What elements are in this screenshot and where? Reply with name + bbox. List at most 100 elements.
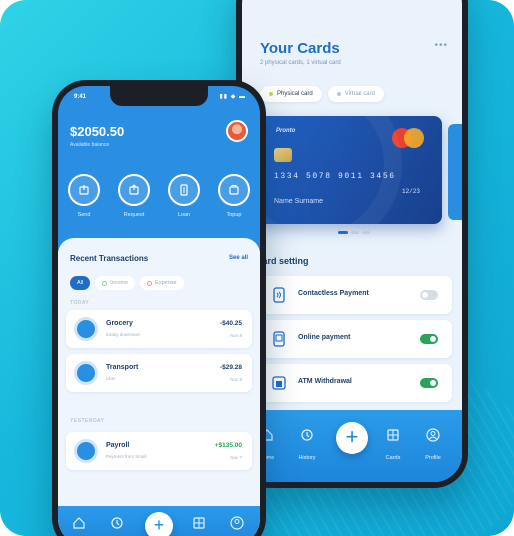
status-time: 9:41: [74, 94, 87, 100]
contactless-icon: [273, 287, 285, 303]
send-button[interactable]: Send: [66, 174, 102, 218]
card-brand-logo: Pronto: [276, 128, 296, 134]
nav-profile[interactable]: [222, 516, 252, 534]
transaction-desc: Eataly downtown: [106, 332, 141, 337]
card-expiry: 12/23: [401, 188, 420, 195]
profile-icon: [426, 428, 440, 442]
pager-dot[interactable]: [362, 231, 370, 234]
nav-history[interactable]: [102, 516, 132, 534]
send-circle: [68, 174, 100, 206]
see-all-link[interactable]: See all: [229, 255, 248, 261]
tab-label: Virtual card: [344, 91, 375, 97]
payroll-icon: [74, 439, 98, 463]
cards-icon: [193, 517, 205, 529]
transaction-date: Nov 8: [230, 377, 242, 382]
transaction-row[interactable]: Grocery Eataly downtown -$40.25 Nov 8: [66, 310, 252, 348]
transaction-row[interactable]: Transport Uber -$29.28 Nov 8: [66, 354, 252, 392]
history-icon: [111, 517, 123, 529]
setting-row-atm: ATM Withdrawal: [256, 364, 452, 402]
nav-label: History: [298, 455, 316, 461]
grocery-icon: [74, 317, 98, 341]
nav-history[interactable]: History: [292, 428, 322, 464]
transaction-date: Nov 7: [230, 455, 242, 460]
transaction-row[interactable]: Payroll Payment from Small +$135.00 Nov …: [66, 432, 252, 470]
phone-cards: Your Cards 2 physical cards, 1 virtual c…: [236, 0, 468, 488]
card-number: 1334 5078 9011 3456: [274, 172, 396, 181]
transport-icon: [74, 361, 98, 385]
nav-cards[interactable]: [184, 516, 214, 534]
pager-dot-active[interactable]: [338, 231, 348, 234]
nav-label: Profile: [425, 455, 441, 461]
promo-background: Your Cards 2 physical cards, 1 virtual c…: [0, 0, 514, 536]
cards-icon: [387, 429, 399, 441]
card-type-tabs: Physical card Virtual card: [260, 86, 384, 102]
transaction-amount: +$135.00: [214, 442, 242, 449]
wallet-screen: 9:41 ▮▮ ◆ ▬ $2050.50 Available balance S…: [58, 86, 260, 536]
transaction-name: Payroll: [106, 442, 130, 449]
phone-notch: [110, 86, 208, 106]
balance-label: Available balance: [70, 142, 110, 148]
mastercard-icon: [392, 128, 424, 148]
tab-label: Physical card: [277, 91, 313, 97]
pager-dot[interactable]: [351, 231, 359, 234]
transactions-panel: Recent Transactions See all All Income E…: [58, 238, 260, 536]
transaction-name: Transport: [106, 364, 139, 371]
next-card-peek[interactable]: [448, 124, 462, 220]
loan-circle: [168, 174, 200, 206]
contactless-toggle[interactable]: [420, 290, 438, 300]
request-icon: [129, 184, 139, 195]
cards-header: Your Cards 2 physical cards, 1 virtual c…: [260, 40, 448, 66]
transactions-title: Recent Transactions: [70, 254, 149, 263]
setting-row-online: Online payment: [256, 320, 452, 358]
bank-card[interactable]: Pronto 1334 5078 9011 3456 12/23 Name Su…: [256, 116, 442, 224]
active-dot-icon: [269, 92, 273, 96]
quick-actions: Send Request Loan Topup: [66, 174, 252, 218]
page-subtitle: 2 physical cards, 1 virtual card: [260, 60, 341, 66]
card-pager: [338, 231, 370, 234]
request-button[interactable]: Request: [116, 174, 152, 218]
loan-button[interactable]: Loan: [166, 174, 202, 218]
request-circle: [118, 174, 150, 206]
phone-wallet: 9:41 ▮▮ ◆ ▬ $2050.50 Available balance S…: [52, 80, 266, 536]
setting-row-contactless: Contactless Payment: [256, 276, 452, 314]
bottom-nav: Home History + Cards Profile: [242, 410, 462, 482]
nav-cards[interactable]: Cards: [378, 428, 408, 464]
filter-income[interactable]: Income: [95, 276, 136, 290]
nav-home[interactable]: [64, 516, 94, 534]
setting-label: Contactless Payment: [298, 290, 369, 297]
transaction-desc: Uber: [106, 376, 116, 381]
topup-circle: [218, 174, 250, 206]
atm-toggle[interactable]: [420, 378, 438, 388]
inactive-dot-icon: [336, 92, 341, 96]
transaction-name: Grocery: [106, 320, 133, 327]
filter-all[interactable]: All: [70, 276, 91, 290]
filter-label: Income: [110, 280, 129, 286]
tab-physical-card[interactable]: Physical card: [260, 86, 322, 102]
loan-icon: [180, 184, 188, 196]
setting-label: ATM Withdrawal: [298, 378, 352, 385]
topup-button[interactable]: Topup: [216, 174, 252, 218]
balance-amount: $2050.50: [70, 124, 125, 139]
card-chip-icon: [274, 148, 292, 162]
topup-icon: [229, 185, 239, 195]
nav-profile[interactable]: Profile: [418, 428, 448, 464]
atm-icon: [272, 376, 286, 390]
avatar[interactable]: [226, 120, 248, 142]
income-dot-icon: [102, 280, 108, 286]
tab-virtual-card[interactable]: Virtual card: [327, 86, 384, 102]
section-yesterday: YESTERDAY: [70, 418, 105, 424]
transaction-filters: All Income Expense: [70, 276, 184, 290]
history-icon: [301, 429, 313, 441]
filter-label: All: [77, 280, 84, 286]
add-button[interactable]: +: [336, 422, 368, 454]
action-label: Topup: [226, 212, 242, 218]
page-title: Your Cards: [260, 40, 340, 57]
online-payment-toggle[interactable]: [420, 334, 438, 344]
more-options-icon[interactable]: •••: [434, 40, 448, 51]
add-button[interactable]: +: [145, 512, 173, 536]
setting-label: Online payment: [298, 334, 351, 341]
section-today: TODAY: [70, 300, 90, 306]
filter-expense[interactable]: Expense: [140, 276, 184, 290]
card-holder-name: Name Surname: [274, 198, 324, 205]
action-label: Loan: [177, 212, 191, 218]
